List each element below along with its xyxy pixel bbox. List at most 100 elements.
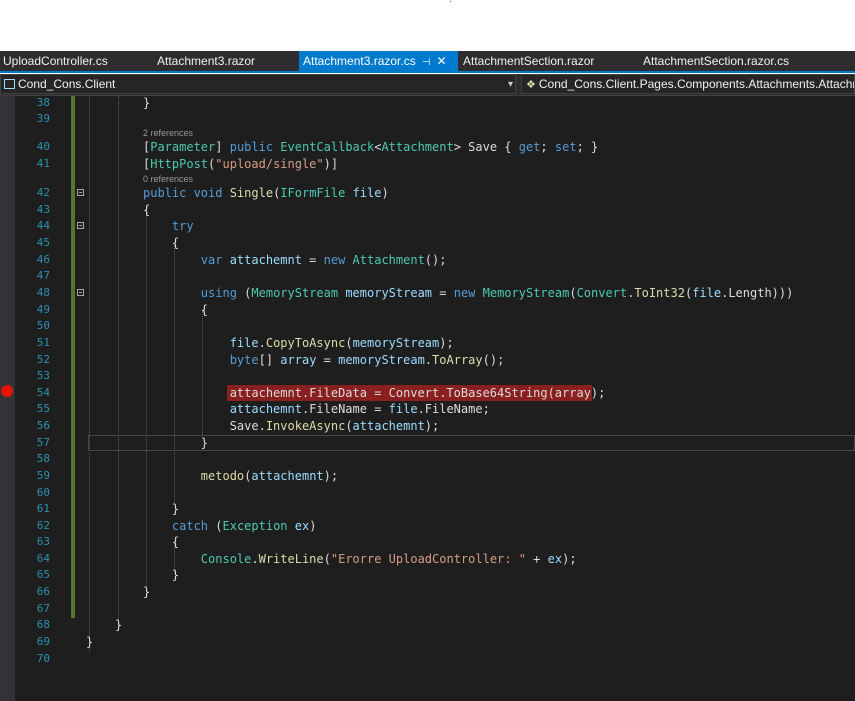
tab-attachment3-razor[interactable]: Attachment3.razor [157,51,255,71]
codelens-references[interactable]: 0 references [143,173,193,185]
tab-uploadcontroller-cs[interactable]: UploadController.cs [3,51,108,71]
code-editor[interactable]: 2 references 0 references 38} 39 40 [Parame… [0,96,855,701]
code-line-53[interactable]: 53 [0,368,855,384]
code-line-70[interactable]: 70 [0,651,855,667]
tab-attachmentsection-razor[interactable]: AttachmentSection.razor [463,51,594,71]
line-number: 63 [36,535,50,548]
code-text: Console.WriteLine("Erorre UploadControll… [200,552,577,566]
line-number: 56 [36,419,50,432]
code-line-57[interactable]: 57 } [0,435,855,451]
code-text: { [143,303,209,317]
code-text: [Parameter] public EventCallback<Attachm… [143,140,599,154]
pin-icon[interactable]: ⊣ [422,57,431,68]
line-number: 42 [36,186,50,199]
code-line-46[interactable]: 46 var attachemnt = new Attachment(); [0,252,855,268]
code-text: var attachemnt = new Attachment(); [200,253,447,267]
project-dropdown[interactable]: Cond_Cons.Client ▾ [0,74,516,94]
code-line-42[interactable]: 42 public void Single(IFormFile file) [0,185,855,201]
code-line-39[interactable]: 39 [0,111,855,127]
code-line-40[interactable]: 40 [Parameter] public EventCallback<Attac… [0,139,855,155]
navigation-bar: Cond_Cons.Client ▾ ❖ Cond_Cons.Client.Page… [0,74,855,96]
line-number: 38 [36,96,50,109]
code-line-58[interactable]: 58 [0,451,855,467]
code-text: byte[] array = memoryStream.ToArray(); [229,353,505,367]
line-number: 39 [36,112,50,125]
line-number: 59 [36,469,50,482]
code-line-54[interactable]: 54 attachemnt.FileData = Convert.ToBase6… [0,385,855,401]
code-line-68[interactable]: 68} [0,617,855,633]
tab-label: AttachmentSection.razor [463,54,595,68]
code-line-56[interactable]: 56 Save.InvokeAsync(attachemnt); [0,418,855,434]
line-number: 62 [36,519,50,532]
line-number: 49 [36,303,50,316]
code-text: } [143,568,180,582]
code-text: } [115,618,123,632]
line-number: 65 [36,568,50,581]
code-text: } [143,96,151,110]
line-number: 68 [36,618,50,631]
code-line-55[interactable]: 55 attachemnt.FileName = file.FileName; [0,401,855,417]
code-text: file.CopyToAsync(memoryStream); [229,336,454,350]
code-text: public void Single(IFormFile file) [143,186,389,200]
code-text: using (MemoryStream memoryStream = new M… [200,286,794,300]
code-line-50[interactable]: 50 [0,318,855,334]
code-line-45[interactable]: 45 { [0,235,855,251]
tab-label: UploadController.cs [3,54,108,68]
line-number: 57 [36,436,50,449]
line-number: 55 [36,402,50,415]
code-line-51[interactable]: 51 file.CopyToAsync(memoryStream); [0,335,855,351]
code-line-49[interactable]: 49 { [0,302,855,318]
codelens-references[interactable]: 2 references [143,127,193,139]
code-line-65[interactable]: 65 } [0,567,855,583]
line-number: 54 [36,386,50,399]
line-number: 66 [36,585,50,598]
code-line-41[interactable]: 41 [HttpPost("upload/single")] [0,156,855,172]
code-line-44[interactable]: 44 try [0,218,855,234]
line-number: 60 [36,486,50,499]
line-number: 53 [36,369,50,382]
line-number: 41 [36,157,50,170]
code-line-61[interactable]: 61 } [0,501,855,517]
line-number: 67 [36,602,50,615]
code-text: [HttpPost("upload/single")] [143,157,339,171]
line-number: 40 [36,140,50,153]
code-line-52[interactable]: 52 byte[] array = memoryStream.ToArray()… [0,352,855,368]
code-line-38[interactable]: 38} [0,96,855,111]
tab-label: AttachmentSection.razor.cs [643,54,790,68]
code-line-66[interactable]: 66} [0,584,855,600]
line-number: 45 [36,236,50,249]
line-number: 48 [36,286,50,299]
project-name: Cond_Cons.Client [18,77,116,91]
code-text: attachemnt.FileData = Convert.ToBase64St… [143,386,606,400]
line-number: 64 [36,552,50,565]
red-dot [450,1,451,2]
close-icon[interactable]: ✕ [436,54,446,68]
line-number: 69 [36,635,50,648]
code-text: try [171,219,194,233]
code-text: } [86,635,94,649]
code-line-67[interactable]: 67 [0,601,855,617]
chevron-down-icon: ▾ [507,79,513,90]
line-number: 70 [36,652,50,665]
code-line-69[interactable]: 69} [0,634,855,650]
line-number: 58 [36,452,50,465]
code-line-63[interactable]: 63 { [0,534,855,550]
code-line-64[interactable]: 64 Console.WriteLine("Erorre UploadContr… [0,551,855,567]
code-line-48[interactable]: 48 using (MemoryStream memoryStream = ne… [0,285,855,301]
tab-attachmentsection-razor-cs[interactable]: AttachmentSection.razor.cs [643,51,789,71]
code-line-59[interactable]: 59 metodo(attachemnt); [0,468,855,484]
code-text: metodo(attachemnt); [200,469,339,483]
line-number: 61 [36,502,50,515]
window-top-area [0,0,855,51]
code-line-47[interactable]: 47 [0,268,855,284]
code-text: catch (Exception ex) [171,519,317,533]
code-text: { [143,535,180,549]
code-line-62[interactable]: 62 catch (Exception ex) [0,518,855,534]
code-text: Save.InvokeAsync(attachemnt); [143,419,440,433]
class-dropdown[interactable]: ❖ Cond_Cons.Client.Pages.Components.Attac… [521,74,855,94]
code-line-60[interactable]: 60 [0,485,855,501]
code-line-43[interactable]: 43 { [0,202,855,218]
code-text: attachemnt.FileName = file.FileName; [229,402,490,416]
class-path: Cond_Cons.Client.Pages.Components.Attach… [538,77,855,91]
tab-attachment3-razor-cs[interactable]: Attachment3.razor.cs ⊣ ✕ [299,51,458,71]
